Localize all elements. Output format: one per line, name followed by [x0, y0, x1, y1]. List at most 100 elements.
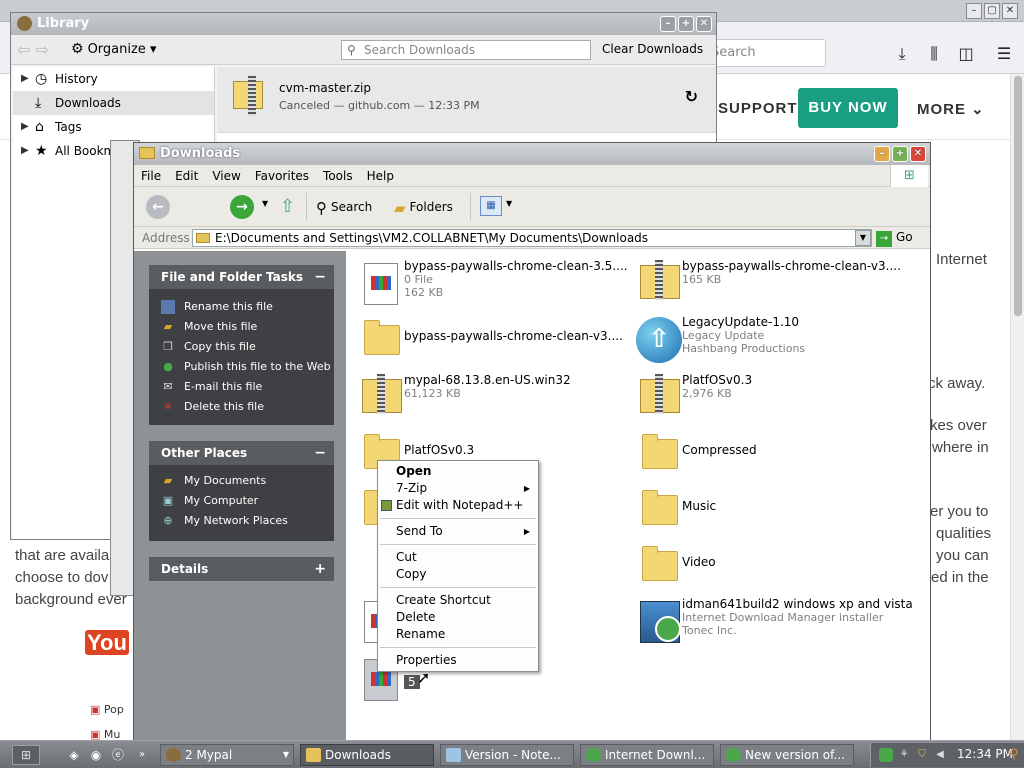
folder-item[interactable]: Video — [624, 537, 894, 587]
quicklaunch-chevron-icon[interactable]: » — [134, 747, 150, 763]
task-new-version[interactable]: New version of... — [720, 744, 854, 766]
tree-item-history[interactable]: ▶ ◷ History — [13, 67, 214, 91]
folder-item[interactable]: bypass-paywalls-chrome-clean-v3.... — [346, 311, 623, 361]
network-tray-icon[interactable] — [879, 748, 893, 762]
menu-item-7zip[interactable]: 7-Zip ▶ — [378, 480, 538, 497]
close-button[interactable]: ✕ — [696, 16, 712, 32]
place-my-computer[interactable]: ▣ My Computer — [149, 491, 334, 511]
menu-item-create-shortcut[interactable]: Create Shortcut — [378, 592, 538, 609]
task-mypal[interactable]: 2 Mypal ▼ — [160, 744, 294, 766]
close-button[interactable]: ✕ — [1002, 3, 1018, 19]
clear-downloads-button[interactable]: Clear Downloads — [602, 42, 703, 56]
views-button[interactable]: ▦ — [480, 196, 502, 216]
close-button[interactable]: ✕ — [910, 146, 926, 162]
file-item[interactable] — [346, 593, 398, 643]
show-desktop-icon[interactable]: ◈ — [66, 747, 82, 763]
panel-header[interactable]: Details + — [149, 557, 334, 581]
browser-search-input[interactable]: Search — [700, 39, 826, 67]
downloads-arrow-icon[interactable]: ⤓ — [892, 44, 912, 64]
place-my-network[interactable]: ⊕ My Network Places — [149, 511, 334, 531]
organize-menu-button[interactable]: ⚙ Organize ▾ — [71, 41, 156, 57]
expand-arrow-icon[interactable]: ▶ — [21, 67, 29, 91]
task-email[interactable]: ✉ E-mail this file — [149, 377, 334, 397]
back-forward-arrows-icon[interactable]: ⇦ ⇨ — [17, 41, 51, 59]
task-delete[interactable]: ✕ Delete this file — [149, 397, 334, 417]
file-item[interactable]: PlatfOSv0.3 2,976 KB — [624, 369, 894, 419]
back-button[interactable]: ← — [146, 195, 170, 219]
library-icon[interactable]: ⫼ — [924, 44, 944, 64]
maximize-button[interactable]: + — [892, 146, 908, 162]
address-input[interactable]: E:\Documents and Settings\VM2.COLLABNET\… — [192, 229, 872, 247]
mypal-quicklaunch-icon[interactable]: ◉ — [88, 747, 104, 763]
minimize-button[interactable]: – — [966, 3, 982, 19]
usb-tray-icon[interactable]: ⚘ — [897, 748, 911, 762]
folders-button[interactable]: ▰ Folders — [394, 199, 453, 217]
sidebar-icon[interactable]: ◫ — [956, 44, 976, 64]
download-item[interactable]: cvm-master.zip Canceled — github.com — 1… — [217, 67, 716, 133]
panel-header[interactable]: Other Places − — [149, 441, 334, 465]
list-item[interactable]: ▣ Pop — [90, 703, 124, 716]
minimize-button[interactable]: – — [874, 146, 890, 162]
go-button[interactable]: → Go — [876, 230, 913, 247]
panel-header[interactable]: File and Folder Tasks − — [149, 265, 334, 289]
menu-edit[interactable]: Edit — [168, 165, 205, 187]
task-downloads[interactable]: Downloads — [300, 744, 434, 766]
library-title-bar[interactable]: Library – + ✕ — [11, 13, 716, 35]
expand-arrow-icon[interactable]: ▶ — [21, 115, 29, 139]
menu-item-properties[interactable]: Properties — [378, 652, 538, 669]
volume-icon[interactable]: ◀ — [933, 748, 947, 762]
dropdown-arrow-icon[interactable]: ▼ — [506, 199, 512, 208]
collapse-icon[interactable]: − — [314, 441, 326, 465]
menu-item-send-to[interactable]: Send To ▶ — [378, 523, 538, 540]
folder-item[interactable]: Music — [624, 481, 894, 531]
retry-icon[interactable]: ↻ — [685, 87, 698, 106]
menu-item-copy[interactable]: Copy — [378, 566, 538, 583]
expand-icon[interactable]: + — [314, 557, 326, 581]
menu-view[interactable]: View — [205, 165, 247, 187]
shield-tray-icon[interactable]: ⛉ — [915, 748, 929, 762]
menu-help[interactable]: Help — [360, 165, 401, 187]
menu-item-cut[interactable]: Cut — [378, 549, 538, 566]
task-publish[interactable]: ● Publish this file to the Web — [149, 357, 334, 377]
minimize-button[interactable]: – — [660, 16, 676, 32]
file-item[interactable]: idman641build2 windows xp and vista Inte… — [624, 593, 913, 643]
menu-tools[interactable]: Tools — [316, 165, 360, 187]
menu-item-open[interactable]: Open — [378, 463, 538, 480]
buy-now-button[interactable]: BUY NOW — [798, 88, 898, 128]
scrollbar-thumb[interactable] — [1014, 76, 1022, 316]
collapse-icon[interactable]: − — [314, 265, 326, 289]
search-button[interactable]: ⚲ Search — [316, 199, 372, 217]
maximize-button[interactable]: + — [678, 16, 694, 32]
tree-item-tags[interactable]: ▶ ⌂ Tags — [13, 115, 214, 139]
start-button[interactable]: ⊞ — [12, 745, 40, 765]
forward-button[interactable]: → — [230, 195, 254, 219]
dropdown-arrow-icon[interactable]: ▼ — [262, 199, 268, 208]
folder-item[interactable]: Compressed — [624, 425, 894, 475]
task-rename[interactable]: Rename this file — [149, 297, 334, 317]
nav-more-link[interactable]: MORE ⌄ — [917, 100, 985, 118]
menu-item-rename[interactable]: Rename — [378, 626, 538, 643]
page-scrollbar[interactable] — [1010, 74, 1024, 740]
menu-item-delete[interactable]: Delete — [378, 609, 538, 626]
search-icon[interactable]: ⚲ — [1009, 747, 1019, 762]
menu-file[interactable]: File — [134, 165, 168, 187]
ie-quicklaunch-icon[interactable]: ⓔ — [110, 747, 126, 763]
up-folder-button[interactable]: ⇧ — [280, 196, 300, 218]
file-item[interactable]: bypass-paywalls-chrome-clean-3.5.... 0 F… — [346, 255, 628, 305]
hamburger-menu-icon[interactable]: ☰ — [994, 44, 1014, 64]
menu-favorites[interactable]: Favorites — [248, 165, 316, 187]
task-idm[interactable]: Internet Downl... — [580, 744, 714, 766]
folder-item[interactable] — [346, 481, 400, 531]
file-item[interactable]: bypass-paywalls-chrome-clean-v3.... 165 … — [624, 255, 901, 305]
address-dropdown-button[interactable]: ▼ — [855, 230, 871, 246]
clock[interactable]: 12:34 PM — [957, 747, 1013, 761]
menu-item-edit-notepad[interactable]: Edit with Notepad++ — [378, 497, 538, 514]
tree-item-downloads[interactable]: ⤓ Downloads — [13, 91, 214, 115]
expand-arrow-icon[interactable]: ▶ — [21, 139, 29, 163]
file-item[interactable]: mypal-68.13.8.en-US.win32 61,123 KB — [346, 369, 616, 419]
place-my-documents[interactable]: ▰ My Documents — [149, 471, 334, 491]
nav-support-link[interactable]: SUPPORT — [718, 100, 798, 117]
maximize-button[interactable]: ▢ — [984, 3, 1000, 19]
search-downloads-input[interactable]: ⚲ Search Downloads — [341, 40, 591, 60]
task-move[interactable]: ▰ Move this file — [149, 317, 334, 337]
